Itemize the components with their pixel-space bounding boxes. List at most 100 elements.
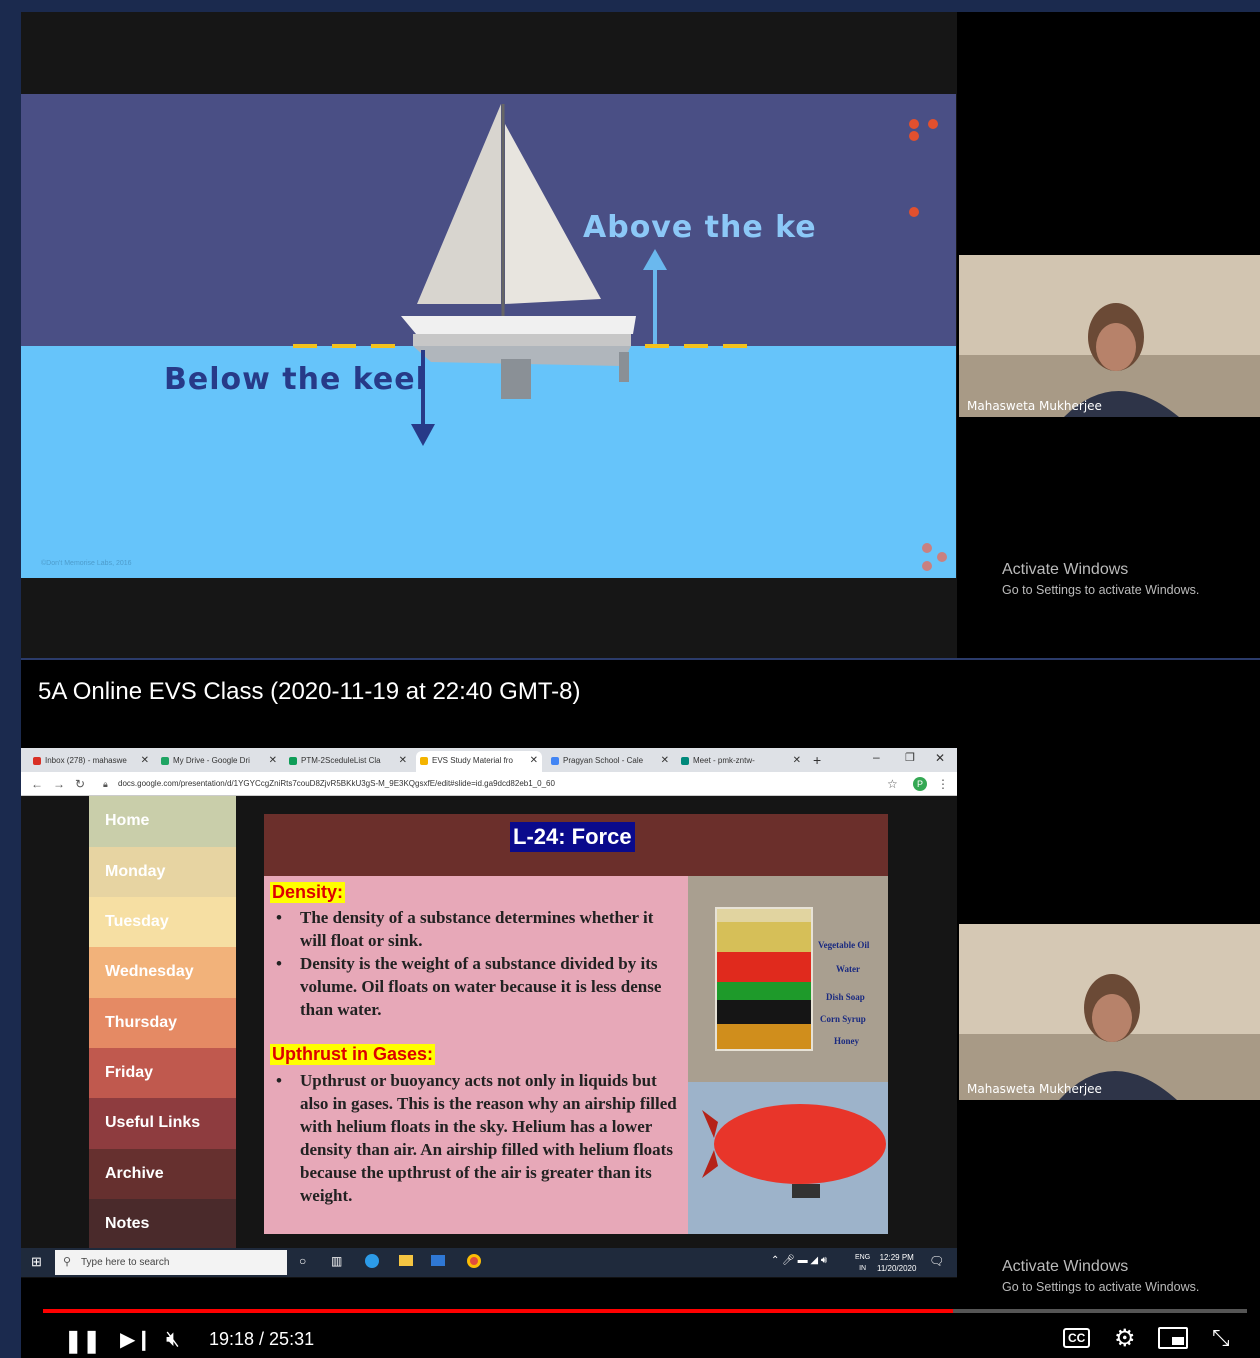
participant-tile[interactable]: Mahasweta Mukherjee bbox=[959, 255, 1260, 417]
density-column-image: Vegetable Oil Water Dish Soap Corn Syrup… bbox=[688, 876, 888, 1082]
file-explorer-icon[interactable] bbox=[399, 1255, 413, 1266]
close-icon[interactable]: ✕ bbox=[269, 755, 277, 766]
reload-icon[interactable]: ↻ bbox=[75, 777, 85, 791]
calendar-icon bbox=[551, 757, 559, 765]
tray-icons[interactable]: ⌃ 🎤︎ ▬ ◢ 🔊︎ bbox=[771, 1255, 827, 1266]
menu-tuesday[interactable]: Tuesday bbox=[89, 897, 236, 948]
cortana-icon[interactable]: ○ bbox=[299, 1254, 306, 1268]
tab-label: EVS Study Material fro bbox=[432, 756, 513, 765]
sheets-icon bbox=[289, 757, 297, 765]
tab-meet[interactable]: Meet - pmk-zntw- ✕ bbox=[677, 751, 805, 772]
density-heading: Density: bbox=[270, 882, 346, 903]
website-area: Home Monday Tuesday Wednesday Thursday F… bbox=[21, 796, 957, 1250]
taskbar-search-input[interactable]: ⚲ Type here to search bbox=[55, 1250, 287, 1275]
participant-name: Mahasweta Mukherjee bbox=[967, 1082, 1102, 1096]
menu-friday[interactable]: Friday bbox=[89, 1048, 236, 1099]
tab-drive[interactable]: My Drive - Google Dri ✕ bbox=[157, 751, 281, 772]
lesson-title: L-24: Force bbox=[510, 822, 635, 852]
menu-wednesday[interactable]: Wednesday bbox=[89, 947, 236, 998]
windows-start-icon[interactable]: ⊞ bbox=[31, 1254, 42, 1270]
tab-label: Meet - pmk-zntw- bbox=[693, 756, 755, 765]
new-tab-icon[interactable]: + bbox=[813, 752, 821, 768]
minimize-icon[interactable]: – bbox=[873, 750, 880, 764]
clock-date: 11/20/2020 bbox=[877, 1264, 917, 1273]
lesson-header: L-24: Force bbox=[264, 814, 888, 876]
mute-icon[interactable]: 🔇︎ bbox=[166, 1326, 180, 1352]
close-icon[interactable]: ✕ bbox=[661, 755, 669, 766]
menu-thursday[interactable]: Thursday bbox=[89, 998, 236, 1049]
pause-icon[interactable]: ❚❚ bbox=[64, 1328, 101, 1354]
taskbar-clock[interactable]: 12:29 PM 11/20/2020 bbox=[877, 1252, 916, 1274]
menu-archive[interactable]: Archive bbox=[89, 1149, 236, 1200]
notification-icon[interactable]: 🗨︎ bbox=[929, 1254, 944, 1268]
next-icon[interactable]: ▶❙ bbox=[120, 1327, 152, 1352]
tab-label: Pragyan School - Cale bbox=[563, 756, 644, 765]
mail-icon[interactable] bbox=[431, 1255, 445, 1266]
back-icon[interactable]: ← bbox=[31, 777, 43, 791]
menu-notes[interactable]: Notes bbox=[89, 1199, 236, 1250]
star-icon[interactable]: ☆ bbox=[887, 777, 898, 791]
menu-home[interactable]: Home bbox=[89, 796, 236, 847]
tab-strip: Inbox (278) - mahaswe ✕ My Drive - Googl… bbox=[21, 748, 957, 772]
tab-inbox[interactable]: Inbox (278) - mahaswe ✕ bbox=[29, 751, 153, 772]
sailboat-slide: Above the ke Below the keel ©Don't Memor… bbox=[21, 94, 956, 578]
tab-label: PTM-2SceduleList Cla bbox=[301, 756, 381, 765]
tab-label: My Drive - Google Dri bbox=[173, 756, 250, 765]
density-point: Density is the weight of a substance div… bbox=[270, 952, 682, 1021]
participant-name: Mahasweta Mukherjee bbox=[967, 399, 1102, 413]
close-window-icon[interactable]: ✕ bbox=[935, 751, 945, 765]
close-icon[interactable]: ✕ bbox=[141, 755, 149, 766]
miniplayer-icon[interactable] bbox=[1158, 1327, 1188, 1349]
menu-monday[interactable]: Monday bbox=[89, 847, 236, 898]
menu-kebab-icon[interactable]: ⋮ bbox=[937, 777, 949, 791]
slide-copyright: ©Don't Memorise Labs, 2016 bbox=[41, 560, 132, 567]
layer-label: Vegetable Oil bbox=[818, 940, 870, 950]
meet-icon bbox=[681, 757, 689, 765]
captions-icon[interactable]: CC bbox=[1063, 1328, 1091, 1348]
restore-icon[interactable]: ❐ bbox=[905, 751, 915, 764]
close-icon[interactable]: ✕ bbox=[399, 755, 407, 766]
watermark-line1: Activate Windows bbox=[1002, 1258, 1129, 1275]
upthrust-heading: Upthrust in Gases: bbox=[270, 1044, 436, 1065]
close-icon[interactable]: ✕ bbox=[530, 755, 538, 766]
player-controls: ❚❚ ▶❙ 🔇︎ 19:18 / 25:31 CC ⚙ ⤡ bbox=[0, 1318, 1260, 1358]
progress-fill[interactable] bbox=[43, 1309, 953, 1313]
watermark-line1: Activate Windows bbox=[1002, 561, 1129, 578]
layer-label: Dish Soap bbox=[826, 992, 865, 1002]
divider bbox=[21, 658, 1260, 660]
close-icon[interactable]: ✕ bbox=[793, 755, 801, 766]
activate-windows-watermark: Activate Windows Go to Settings to activ… bbox=[1002, 561, 1199, 597]
edge-icon[interactable] bbox=[365, 1254, 379, 1268]
time-display: 19:18 / 25:31 bbox=[209, 1329, 315, 1349]
layer-label: Water bbox=[836, 964, 860, 974]
profile-avatar[interactable]: P bbox=[913, 777, 927, 791]
tab-evs-study[interactable]: EVS Study Material fro ✕ bbox=[416, 751, 542, 772]
address-bar[interactable]: ← → ↻ 🔒︎ docs.google.com/presentation/d/… bbox=[21, 772, 957, 796]
video-title[interactable]: 5A Online EVS Class (2020-11-19 at 22:40… bbox=[38, 678, 581, 706]
lang-code: ENG bbox=[855, 1254, 871, 1261]
site-menu: Home Monday Tuesday Wednesday Thursday F… bbox=[89, 796, 236, 1250]
tab-ptm[interactable]: PTM-2SceduleList Cla ✕ bbox=[285, 751, 411, 772]
activate-windows-watermark: Activate Windows Go to Settings to activ… bbox=[1002, 1258, 1199, 1294]
settings-gear-icon[interactable]: ⚙ bbox=[1114, 1324, 1136, 1353]
chrome-icon[interactable] bbox=[467, 1254, 481, 1268]
menu-useful-links[interactable]: Useful Links bbox=[89, 1098, 236, 1149]
watermark-line2: Go to Settings to activate Windows. bbox=[1002, 583, 1200, 597]
exit-fullscreen-icon[interactable]: ⤡ bbox=[1212, 1325, 1230, 1351]
clock-time: 12:29 PM bbox=[879, 1253, 914, 1262]
tab-pragyan[interactable]: Pragyan School - Cale ✕ bbox=[547, 751, 673, 772]
below-keel-label: Below the keel bbox=[164, 362, 427, 397]
participant-tile[interactable]: Mahasweta Mukherjee bbox=[959, 924, 1260, 1100]
language-indicator[interactable]: ENG IN bbox=[855, 1252, 870, 1274]
lock-icon: 🔒︎ bbox=[103, 779, 108, 789]
density-point: The density of a substance determines wh… bbox=[270, 906, 682, 952]
drive-icon bbox=[161, 757, 169, 765]
task-view-icon[interactable]: ▥ bbox=[331, 1254, 342, 1268]
airship-image bbox=[688, 1082, 888, 1234]
url-text[interactable]: docs.google.com/presentation/d/1YGYCcgZn… bbox=[118, 779, 555, 788]
region-code: IN bbox=[859, 1265, 867, 1272]
forward-icon[interactable]: → bbox=[53, 777, 65, 791]
tab-label: Inbox (278) - mahaswe bbox=[45, 756, 127, 765]
watermark-line2: Go to Settings to activate Windows. bbox=[1002, 1280, 1200, 1294]
windows-taskbar: ⊞ ⚲ Type here to search ○ ▥ ⌃ 🎤︎ ▬ ◢ 🔊︎ … bbox=[21, 1248, 957, 1277]
